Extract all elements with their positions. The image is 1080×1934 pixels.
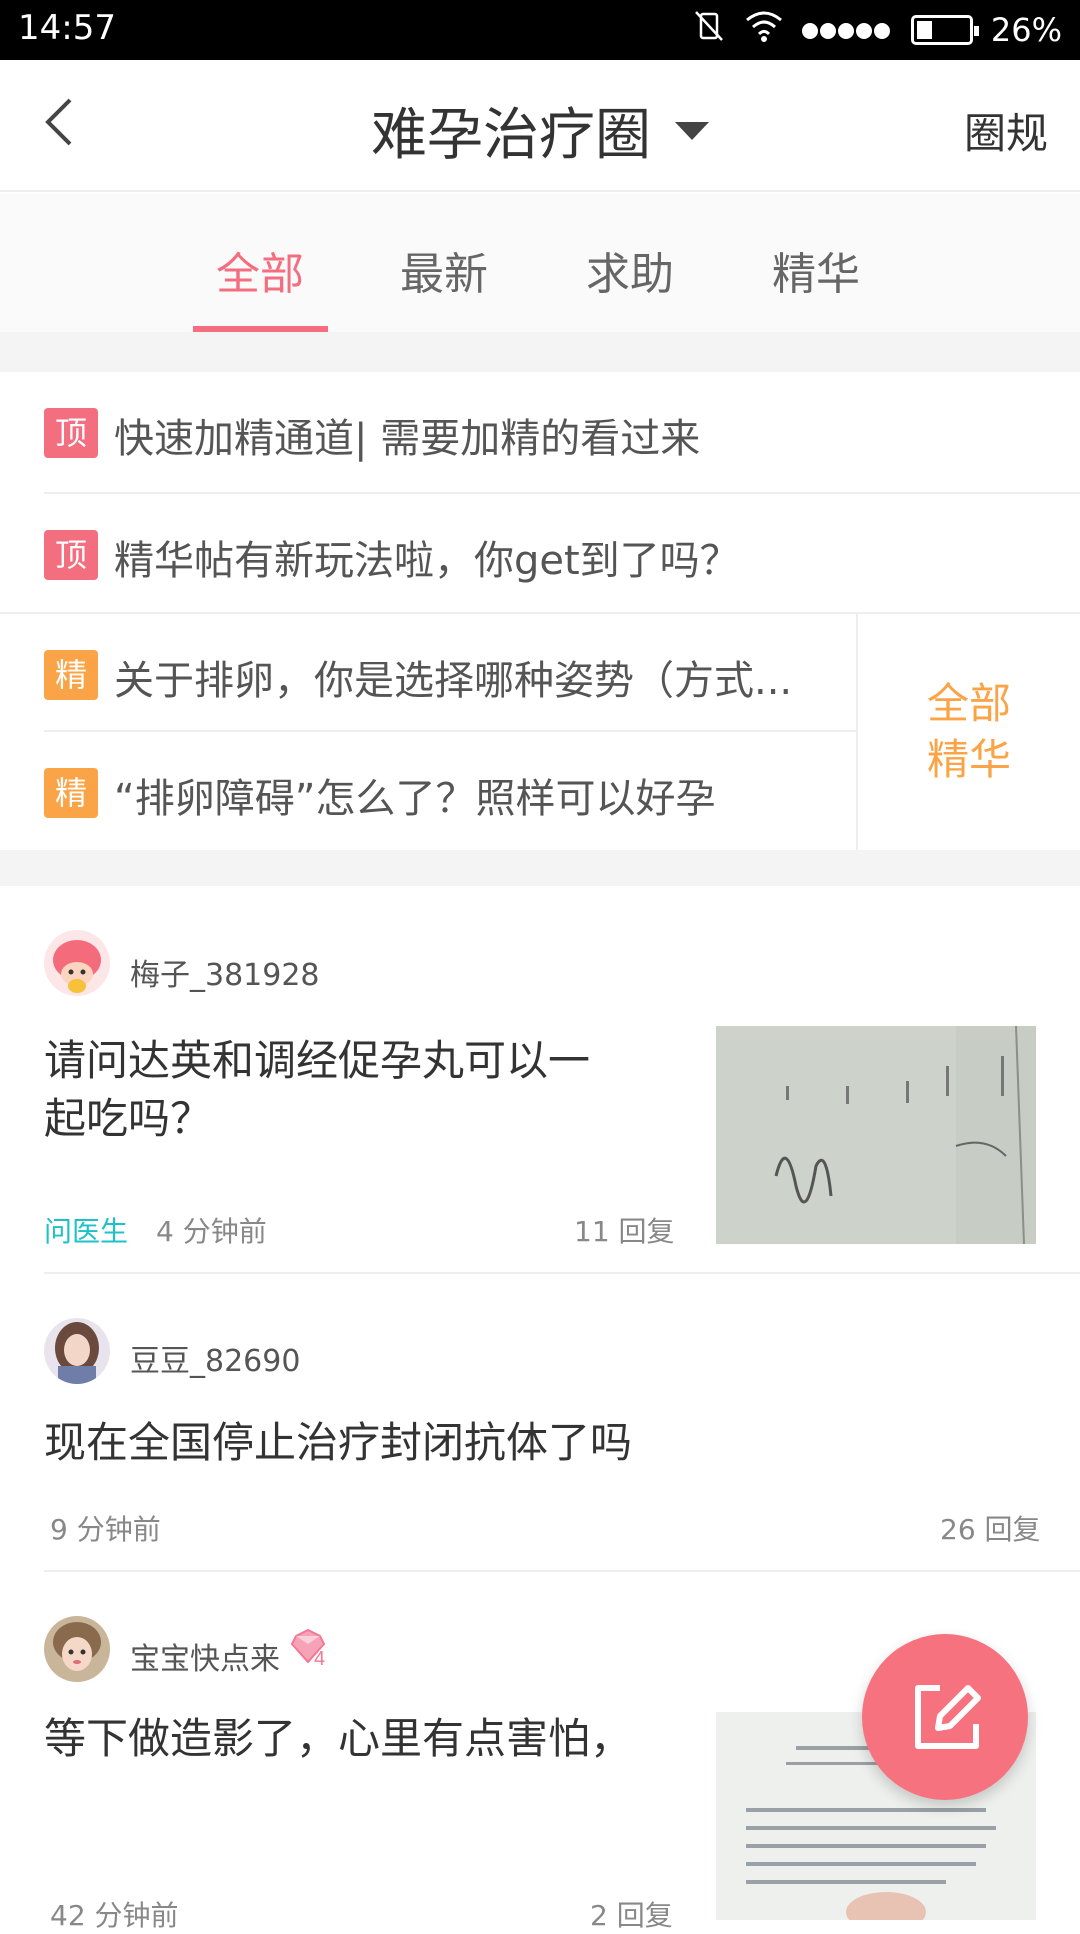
status-icons: 26% bbox=[691, 8, 1062, 52]
tab-bar: 全部 最新 求助 精华 bbox=[0, 194, 1080, 332]
post-time: 4 分钟前 bbox=[156, 1215, 267, 1248]
post-card[interactable]: 梅子_381928 请问达英和调经促孕丸可以一 起吃吗？ 问医生 4 分钟前 1… bbox=[0, 886, 1080, 1274]
username[interactable]: 宝宝快点来 bbox=[130, 1634, 280, 1678]
battery-icon bbox=[910, 15, 979, 45]
page-title: 难孕治疗圈 bbox=[371, 103, 651, 168]
post-title: 等下做造影了，心里有点害怕， bbox=[44, 1714, 633, 1763]
essence-post-title: 关于排卵，你是选择哪种姿势（方式... bbox=[114, 658, 793, 704]
pinned-badge: 顶 bbox=[44, 530, 98, 580]
avatar[interactable] bbox=[44, 1318, 110, 1384]
post-title: 现在全国停止治疗封闭抗体了吗 bbox=[44, 1418, 633, 1467]
essence-post[interactable]: 精 关于排卵，你是选择哪种姿势（方式... bbox=[0, 614, 856, 732]
pinned-post-title: 精华帖有新玩法啦，你get到了吗？ bbox=[114, 538, 740, 584]
username[interactable]: 梅子_381928 bbox=[130, 950, 320, 994]
all-essence-line1: 全部 bbox=[926, 679, 1011, 728]
post-title-line: 请问达英和调经促孕丸可以一 bbox=[44, 1036, 591, 1085]
nav-bar: 难孕治疗圈 圈规 bbox=[0, 60, 1080, 192]
avatar[interactable] bbox=[44, 1616, 110, 1682]
tab-essence[interactable]: 精华 bbox=[772, 238, 860, 302]
post-title-line: 起吃吗？ bbox=[44, 1094, 213, 1143]
post-card[interactable]: 豆豆_82690 现在全国停止治疗封闭抗体了吗 9 分钟前 26 回复 bbox=[0, 1274, 1080, 1572]
section-gap bbox=[0, 850, 1080, 886]
status-time: 14:57 bbox=[18, 8, 116, 48]
status-bar: 14:57 26% bbox=[0, 0, 1080, 60]
avatar[interactable] bbox=[44, 930, 110, 996]
tab-help[interactable]: 求助 bbox=[586, 238, 674, 302]
post-time: 9 分钟前 bbox=[50, 1513, 161, 1546]
level-number: 4 bbox=[314, 1648, 325, 1668]
compose-button[interactable] bbox=[862, 1634, 1028, 1800]
all-essence-button[interactable]: 全部 精华 bbox=[856, 614, 1080, 850]
level-gem-icon: 4 bbox=[290, 1628, 334, 1672]
essence-post-title: “排卵障碍”怎么了？照样可以好孕 bbox=[114, 776, 716, 822]
post-thumbnail[interactable] bbox=[716, 1026, 1036, 1244]
username[interactable]: 豆豆_82690 bbox=[130, 1336, 300, 1380]
post-time: 42 分钟前 bbox=[50, 1899, 179, 1932]
essence-badge: 精 bbox=[44, 650, 98, 700]
dropdown-caret-icon bbox=[675, 121, 709, 140]
post-title: 请问达英和调经促孕丸可以一 起吃吗？ bbox=[44, 1032, 590, 1148]
tab-all[interactable]: 全部 bbox=[216, 238, 304, 302]
tab-latest[interactable]: 最新 bbox=[400, 238, 488, 302]
wifi-icon bbox=[745, 10, 783, 50]
battery-percent: 26% bbox=[990, 11, 1062, 49]
reply-count: 26 回复 bbox=[940, 1513, 1041, 1546]
pinned-post[interactable]: 顶 精华帖有新玩法啦，你get到了吗？ bbox=[0, 494, 1080, 612]
reply-count: 2 回复 bbox=[590, 1899, 673, 1932]
pinned-post-title: 快速加精通道| 需要加精的看过来 bbox=[114, 416, 701, 462]
compose-icon bbox=[915, 1685, 981, 1749]
all-essence-line2: 精华 bbox=[926, 735, 1011, 784]
vibrate-off-icon bbox=[691, 8, 727, 52]
pinned-post[interactable]: 顶 快速加精通道| 需要加精的看过来 bbox=[0, 372, 1080, 490]
essence-post[interactable]: 精 “排卵障碍”怎么了？照样可以好孕 bbox=[0, 732, 856, 850]
circle-title[interactable]: 难孕治疗圈 bbox=[0, 90, 1080, 171]
essence-badge: 精 bbox=[44, 768, 98, 818]
rules-button[interactable]: 圈规 bbox=[964, 100, 1048, 161]
pinned-badge: 顶 bbox=[44, 408, 98, 458]
ask-doctor-tag[interactable]: 问医生 bbox=[44, 1210, 128, 1250]
section-gap bbox=[0, 332, 1080, 372]
reply-count: 11 回复 bbox=[574, 1215, 675, 1248]
signal-icon bbox=[801, 11, 893, 49]
